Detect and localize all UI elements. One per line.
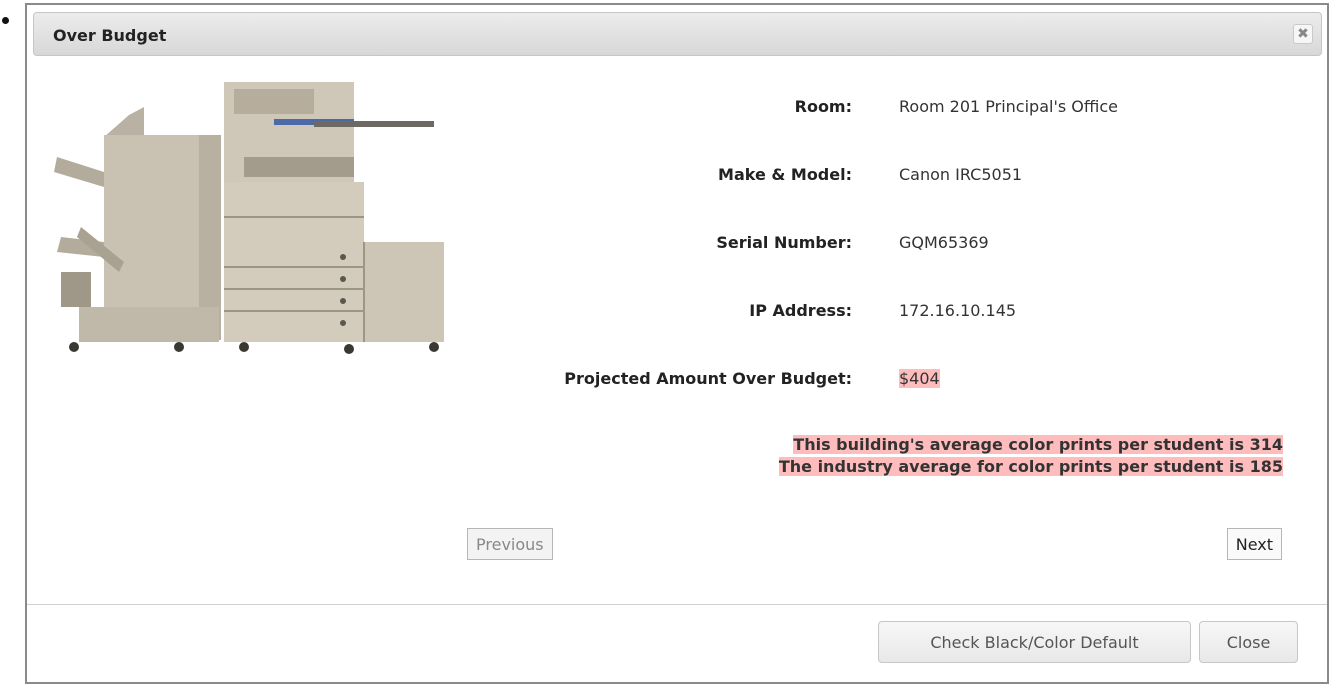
close-button[interactable]: Close — [1199, 621, 1298, 663]
close-icon[interactable]: ✖ — [1293, 24, 1313, 44]
room-label: Room: — [794, 97, 852, 116]
industry-average-note: The industry average for color prints pe… — [778, 457, 1283, 476]
printer-image — [54, 82, 444, 354]
next-button[interactable]: Next — [1226, 528, 1282, 560]
dialog-titlebar: Over Budget ✖ — [33, 12, 1322, 56]
ip-address-value: 172.16.10.145 — [899, 301, 1017, 320]
ip-address-label: IP Address: — [749, 301, 852, 320]
over-budget-dialog: Over Budget ✖ Room: Room 201 Principal's… — [25, 3, 1329, 684]
building-average-note: This building's average color prints per… — [793, 435, 1283, 454]
footer-divider — [27, 604, 1327, 605]
dialog-title: Over Budget — [53, 26, 167, 45]
list-bullet — [2, 17, 9, 24]
previous-button[interactable]: Previous — [467, 528, 553, 560]
print-average-notes: This building's average color prints per… — [778, 434, 1283, 478]
serial-number-value: GQM65369 — [899, 233, 989, 252]
make-model-value: Canon IRC5051 — [899, 165, 1023, 184]
check-black-color-default-button[interactable]: Check Black/Color Default — [878, 621, 1191, 663]
make-model-label: Make & Model: — [718, 165, 852, 184]
room-value: Room 201 Principal's Office — [899, 97, 1118, 116]
over-budget-label: Projected Amount Over Budget: — [564, 369, 852, 388]
serial-number-label: Serial Number: — [716, 233, 852, 252]
over-budget-value: $404 — [899, 369, 940, 388]
